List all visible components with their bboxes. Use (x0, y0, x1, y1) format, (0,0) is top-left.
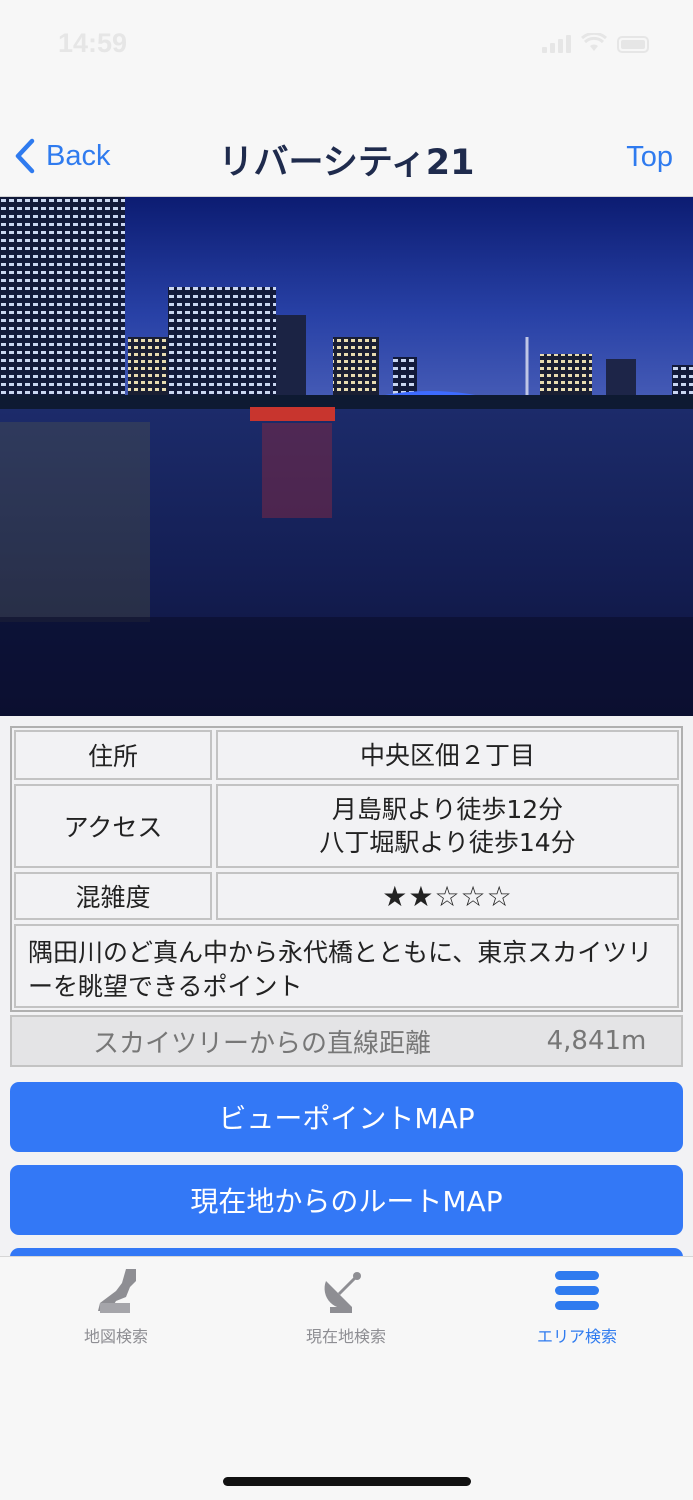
route-map-button[interactable]: 現在地からのルートMAP (10, 1165, 683, 1235)
tab-label: 地図検索 (83, 1327, 148, 1346)
spot-description: 隅田川のど真ん中から永代橋とともに、東京スカイツリーを眺望できるポイント (14, 924, 679, 1008)
navigation-bar: Back リバーシティ21 Top (0, 120, 693, 197)
viewpoint-photo (0, 197, 693, 716)
signal-icon (542, 35, 571, 53)
status-time: 14:59 (58, 28, 128, 58)
status-bar: 14:59 (0, 0, 693, 90)
home-indicator[interactable] (223, 1477, 471, 1486)
satellite-dish-icon (324, 1272, 361, 1313)
distance-value: 4,841m (546, 1026, 647, 1056)
access-line: 月島駅より徒歩12分 (331, 795, 564, 824)
wifi-icon (581, 33, 607, 51)
night-river-photo (0, 197, 693, 716)
battery-icon (617, 36, 649, 53)
address-value: 中央区佃２丁目 (216, 730, 679, 780)
top-button[interactable]: Top (626, 141, 673, 174)
crowd-label: 混雑度 (14, 872, 212, 920)
table-row: 住所 中央区佃２丁目 (12, 728, 681, 782)
crowd-rating-stars: ★★☆☆☆ (216, 872, 679, 920)
viewpoint-map-button[interactable]: ビューポイントMAP (10, 1082, 683, 1152)
info-table: 住所 中央区佃２丁目 アクセス 月島駅より徒歩12分 八丁堀駅より徒歩14分 混… (10, 726, 683, 1012)
detail-content: 住所 中央区佃２丁目 アクセス 月島駅より徒歩12分 八丁堀駅より徒歩14分 混… (0, 716, 693, 1256)
japan-map-icon (98, 1269, 136, 1313)
access-line: 八丁堀駅より徒歩14分 (319, 828, 576, 857)
access-value: 月島駅より徒歩12分 八丁堀駅より徒歩14分 (216, 784, 679, 868)
tab-label: 現在地検索 (305, 1327, 386, 1346)
tab-bar: 地図検索 現在地検索 エリア検索 (0, 1256, 693, 1500)
tab-current-location-search[interactable]: 現在地検索 (246, 1267, 446, 1347)
access-label: アクセス (14, 784, 212, 868)
tab-area-search[interactable]: エリア検索 (477, 1267, 677, 1347)
page-title: リバーシティ21 (218, 143, 475, 183)
table-row: アクセス 月島駅より徒歩12分 八丁堀駅より徒歩14分 (12, 782, 681, 870)
status-icons (542, 33, 649, 53)
distance-row: スカイツリーからの直線距離 4,841m (10, 1015, 683, 1067)
table-row: 混雑度 ★★☆☆☆ (12, 870, 681, 922)
address-label: 住所 (14, 730, 212, 780)
distance-label: スカイツリーからの直線距離 (92, 1028, 431, 1059)
list-stack-icon (555, 1271, 599, 1310)
tab-map-search[interactable]: 地図検索 (16, 1267, 216, 1347)
tab-label: エリア検索 (536, 1327, 617, 1346)
more-button[interactable] (10, 1248, 683, 1256)
